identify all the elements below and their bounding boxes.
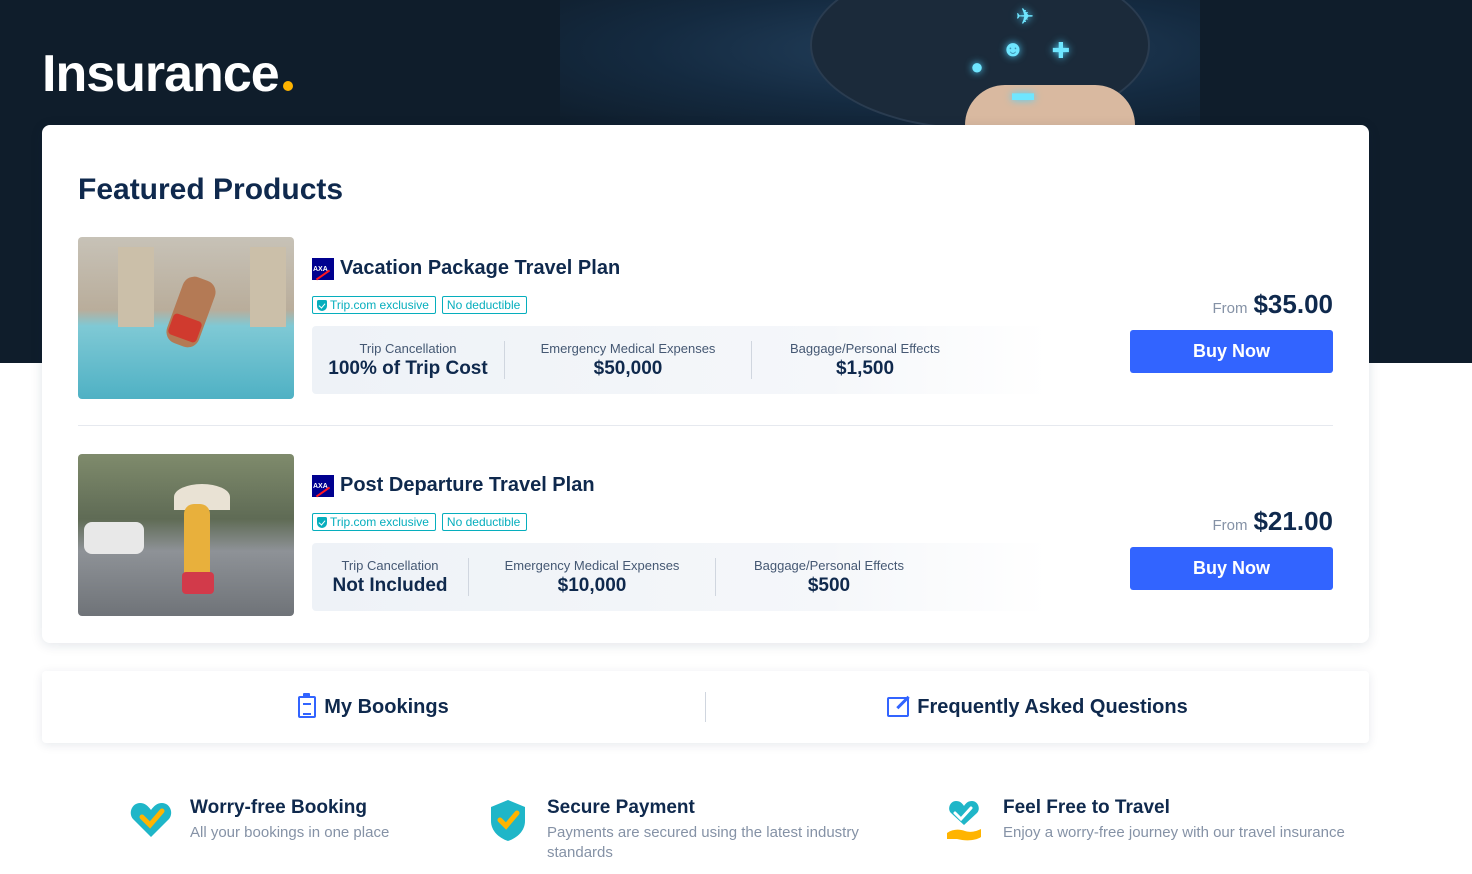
section-title: Featured Products <box>78 173 344 206</box>
edit-icon <box>887 697 910 717</box>
benefits-panel: Trip Cancellation Not Included Emergency… <box>312 543 1048 611</box>
benefit-label: Emergency Medical Expenses <box>504 557 680 573</box>
benefit-baggage: Baggage/Personal Effects $1,500 <box>752 341 978 380</box>
axa-logo-icon <box>312 474 334 497</box>
benefit-trip-cancellation: Trip Cancellation Not Included <box>312 558 468 597</box>
benefit-value: $10,000 <box>557 574 627 596</box>
price-column: From $35.00 Buy Now <box>1130 289 1333 373</box>
benefit-value: $1,500 <box>835 357 895 379</box>
benefit-medical: Emergency Medical Expenses $10,000 <box>469 558 715 597</box>
features-row: Worry-free Booking All your bookings in … <box>128 797 1378 867</box>
car-icon: ▬ <box>1012 80 1034 105</box>
buy-now-button[interactable]: Buy Now <box>1130 547 1333 590</box>
product-title[interactable]: Vacation Package Travel Plan <box>312 257 620 280</box>
product-tags: Trip.com exclusive No deductible <box>312 513 528 531</box>
from-label: From <box>1212 517 1248 534</box>
price-column: From $21.00 Buy Now <box>1130 506 1333 590</box>
tag-label: No deductible <box>446 298 521 312</box>
divider <box>78 425 1333 426</box>
product-title[interactable]: Post Departure Travel Plan <box>312 474 595 497</box>
tag-label: Trip.com exclusive <box>330 298 429 312</box>
faq-label[interactable]: Frequently Asked Questions <box>917 696 1187 719</box>
benefit-medical: Emergency Medical Expenses $50,000 <box>505 341 751 380</box>
family-icon: ☻ <box>1001 36 1025 61</box>
benefit-label: Baggage/Personal Effects <box>789 340 941 356</box>
pillar-shape <box>250 247 286 327</box>
feature-text: Worry-free Booking All your bookings in … <box>190 797 410 843</box>
feature-title: Worry-free Booking <box>190 797 368 818</box>
feature-title: Feel Free to Travel <box>1003 797 1170 818</box>
feature-desc: Payments are secured using the latest in… <box>547 824 859 861</box>
shield-icon <box>317 516 327 528</box>
exclusive-tag: Trip.com exclusive <box>312 296 436 314</box>
benefit-value: $500 <box>807 574 851 596</box>
quick-links-bar: My Bookings Frequently Asked Questions <box>42 671 1369 743</box>
exclusive-tag: Trip.com exclusive <box>312 513 436 531</box>
product-image[interactable] <box>78 237 294 399</box>
feature-text: Feel Free to Travel Enjoy a worry-free j… <box>1003 797 1383 843</box>
benefit-label: Trip Cancellation <box>359 340 457 356</box>
benefit-value: $50,000 <box>593 357 663 379</box>
heart-check-icon <box>130 803 172 837</box>
no-deductible-tag: No deductible <box>441 513 528 531</box>
price-amount: $21.00 <box>1253 506 1333 536</box>
price-amount: $35.00 <box>1253 289 1333 319</box>
product-card: Vacation Package Travel Plan Trip.com ex… <box>78 237 1333 399</box>
price-line: From $35.00 <box>1130 289 1333 320</box>
plane-icon: ✈ <box>1015 4 1035 29</box>
no-deductible-tag: No deductible <box>441 296 528 314</box>
buy-now-button[interactable]: Buy Now <box>1130 330 1333 373</box>
benefit-value: Not Included <box>332 574 448 596</box>
pillar-shape <box>118 247 154 327</box>
benefit-label: Emergency Medical Expenses <box>540 340 716 356</box>
faq-link[interactable]: Frequently Asked Questions <box>706 696 1369 719</box>
price-line: From $21.00 <box>1130 506 1333 537</box>
medical-kit-icon: ✚ <box>1051 38 1071 63</box>
my-bookings-link[interactable]: My Bookings <box>42 693 705 719</box>
hero-image: ✈ ☻ ✚ ● ▬ <box>560 0 1200 130</box>
from-label: From <box>1212 300 1248 317</box>
piggy-bank-icon: ● <box>970 54 984 79</box>
feature-desc: Enjoy a worry-free journey with our trav… <box>1003 824 1345 841</box>
car-shape <box>84 522 144 554</box>
benefit-baggage: Baggage/Personal Effects $500 <box>716 558 942 597</box>
title-dot <box>282 81 293 91</box>
benefit-trip-cancellation: Trip Cancellation 100% of Trip Cost <box>312 341 504 380</box>
feature-text: Secure Payment Payments are secured usin… <box>547 797 892 863</box>
shield-icon <box>317 299 327 311</box>
clipboard-icon <box>298 693 317 718</box>
tag-label: Trip.com exclusive <box>330 515 429 529</box>
boots-shape <box>182 572 214 594</box>
featured-products-card: Featured Products Vacation Package Trave… <box>42 125 1369 643</box>
product-card: Post Departure Travel Plan Trip.com excl… <box>78 454 1333 616</box>
heart-hand-icon <box>947 801 981 841</box>
benefit-label: Trip Cancellation <box>341 557 439 573</box>
feature-secure-payment: Secure Payment Payments are secured usin… <box>485 797 892 863</box>
feature-desc: All your bookings in one place <box>190 824 390 841</box>
axa-logo-icon <box>312 257 334 280</box>
page-title: Insurance <box>42 44 293 104</box>
benefit-label: Baggage/Personal Effects <box>753 557 905 573</box>
feature-travel: Feel Free to Travel Enjoy a worry-free j… <box>941 797 1383 843</box>
hand-shape <box>965 85 1135 125</box>
feature-title: Secure Payment <box>547 797 695 818</box>
tag-label: No deductible <box>446 515 521 529</box>
product-image[interactable] <box>78 454 294 616</box>
benefits-panel: Trip Cancellation 100% of Trip Cost Emer… <box>312 326 1048 394</box>
product-name[interactable]: Post Departure Travel Plan <box>340 474 595 497</box>
product-name[interactable]: Vacation Package Travel Plan <box>340 257 620 280</box>
feature-worry-free: Worry-free Booking All your bookings in … <box>128 797 410 843</box>
benefit-value: 100% of Trip Cost <box>328 357 488 379</box>
my-bookings-label[interactable]: My Bookings <box>324 696 448 719</box>
shield-check-icon <box>491 800 525 841</box>
product-tags: Trip.com exclusive No deductible <box>312 296 528 314</box>
